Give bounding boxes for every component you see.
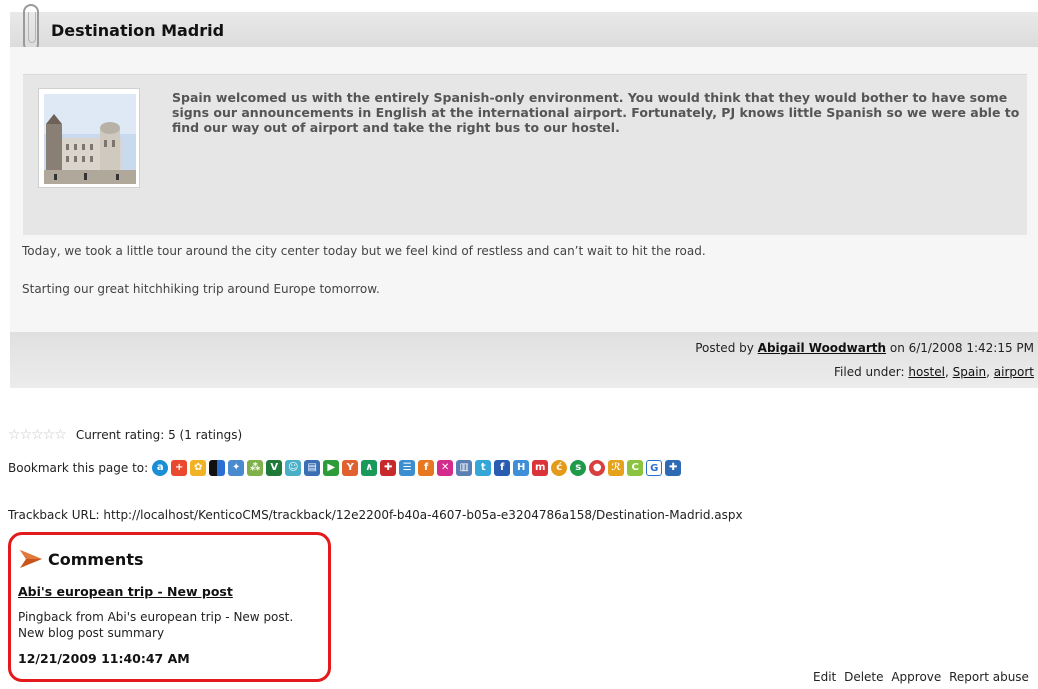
post-thumbnail[interactable] [38,88,140,188]
trackback-label: Trackback URL: [8,508,100,522]
blogmarks-icon[interactable]: ℛ [608,460,625,476]
myspace-icon[interactable]: ✦ [228,460,245,476]
mister-wong-icon[interactable]: ▤ [304,460,321,476]
blogger-icon[interactable]: ☰ [399,460,416,476]
paperclip-icon [23,4,39,52]
star-icon[interactable]: ☆ [8,428,21,442]
filed-under-line: Filed under: hostel, Spain, airport [834,365,1034,379]
comment-line: New blog post summary [18,626,165,640]
comment-actions: Edit Delete Approve Report abuse [813,670,1033,684]
post-title: Destination Madrid [51,21,225,40]
tag-link[interactable]: airport [994,365,1034,379]
facebook-f-icon[interactable]: f [494,460,511,476]
comment-title-link[interactable]: Abi's european trip - New post [18,584,233,599]
post-paragraph: Today, we took a little tour around the … [22,244,706,258]
diigo-icon[interactable]: ć [551,460,568,476]
author-link[interactable]: Abigail Woodwarth [758,341,886,355]
edit-button[interactable]: Edit [813,670,836,684]
mixx-icon[interactable]: ⁂ [247,460,264,476]
comments-arrow-icon [20,550,42,568]
tag-link[interactable]: Spain [953,365,987,379]
furl-icon[interactable]: ▥ [456,460,473,476]
comments-header: Comments [18,548,144,570]
technorati-icon[interactable]: ∧ [361,460,378,476]
reddit-icon[interactable]: ☺ [285,460,302,476]
rating-stars[interactable]: ☆ ☆ ☆ ☆ ☆ [8,428,67,442]
linkedin-icon[interactable]: H [513,460,530,476]
posted-by-label: Posted by [695,341,754,355]
mixx-x-icon[interactable]: ✕ [437,460,454,476]
blinklist-icon[interactable]: m [532,460,549,476]
comment-date: 12/21/2009 11:40:47 AM [18,651,190,666]
post-summary-text: Spain welcomed us with the entirely Span… [172,90,1020,135]
star-icon[interactable]: ☆ [54,428,67,442]
comments-title: Comments [48,549,144,569]
spurl-icon[interactable]: s [570,460,587,476]
delicious-icon[interactable]: ✿ [190,460,207,476]
posted-by-line: Posted by Abigail Woodwarth on 6/1/2008 … [695,341,1034,355]
star-icon[interactable]: ☆ [43,428,56,442]
bookmark-row: Bookmark this page to: a + ✿ ✦ ⁂ V ☺ ▤ ▶… [8,460,684,476]
slashdot-icon[interactable]: ▶ [323,460,340,476]
filed-under-label: Filed under: [834,365,905,379]
bookmark-label: Bookmark this page to: [8,461,149,475]
simpy-icon[interactable]: ● [589,460,606,476]
more-icon[interactable]: ✚ [665,460,682,476]
comment-text: Pingback from Abi's european trip - New … [18,609,293,641]
trackback-line: Trackback URL: http://localhost/KenticoC… [8,508,743,522]
posted-date: on 6/1/2008 1:42:15 PM [889,341,1034,355]
connotea-icon[interactable]: C [627,460,644,476]
rating-text: Current rating: 5 (1 ratings) [75,428,243,442]
palace-image-icon [44,94,136,184]
report-abuse-button[interactable]: Report abuse [949,670,1029,684]
newsvine-icon[interactable]: V [266,460,283,476]
yahoo-icon[interactable]: Y [342,460,359,476]
delete-button[interactable]: Delete [844,670,883,684]
google-bookmarks-icon[interactable]: G [646,460,663,476]
facebook-icon[interactable]: f [418,460,435,476]
tag-link[interactable]: hostel [908,365,945,379]
trackback-url[interactable]: http://localhost/KenticoCMS/trackback/12… [103,508,742,522]
google-plus-icon[interactable]: + [171,460,188,476]
rating-row: ☆ ☆ ☆ ☆ ☆ Current rating: 5 (1 ratings) [8,428,242,442]
post-paragraph: Starting our great hitchhiking trip arou… [22,282,380,296]
star-icon[interactable]: ☆ [20,428,33,442]
approve-button[interactable]: Approve [891,670,941,684]
digg-icon[interactable] [209,460,226,476]
comment-line: Pingback from Abi's european trip - New … [18,610,294,624]
star-icon[interactable]: ☆ [31,428,44,442]
ask-icon[interactable]: a [152,460,169,476]
twitter-icon[interactable]: t [475,460,492,476]
live-icon[interactable]: ✚ [380,460,397,476]
